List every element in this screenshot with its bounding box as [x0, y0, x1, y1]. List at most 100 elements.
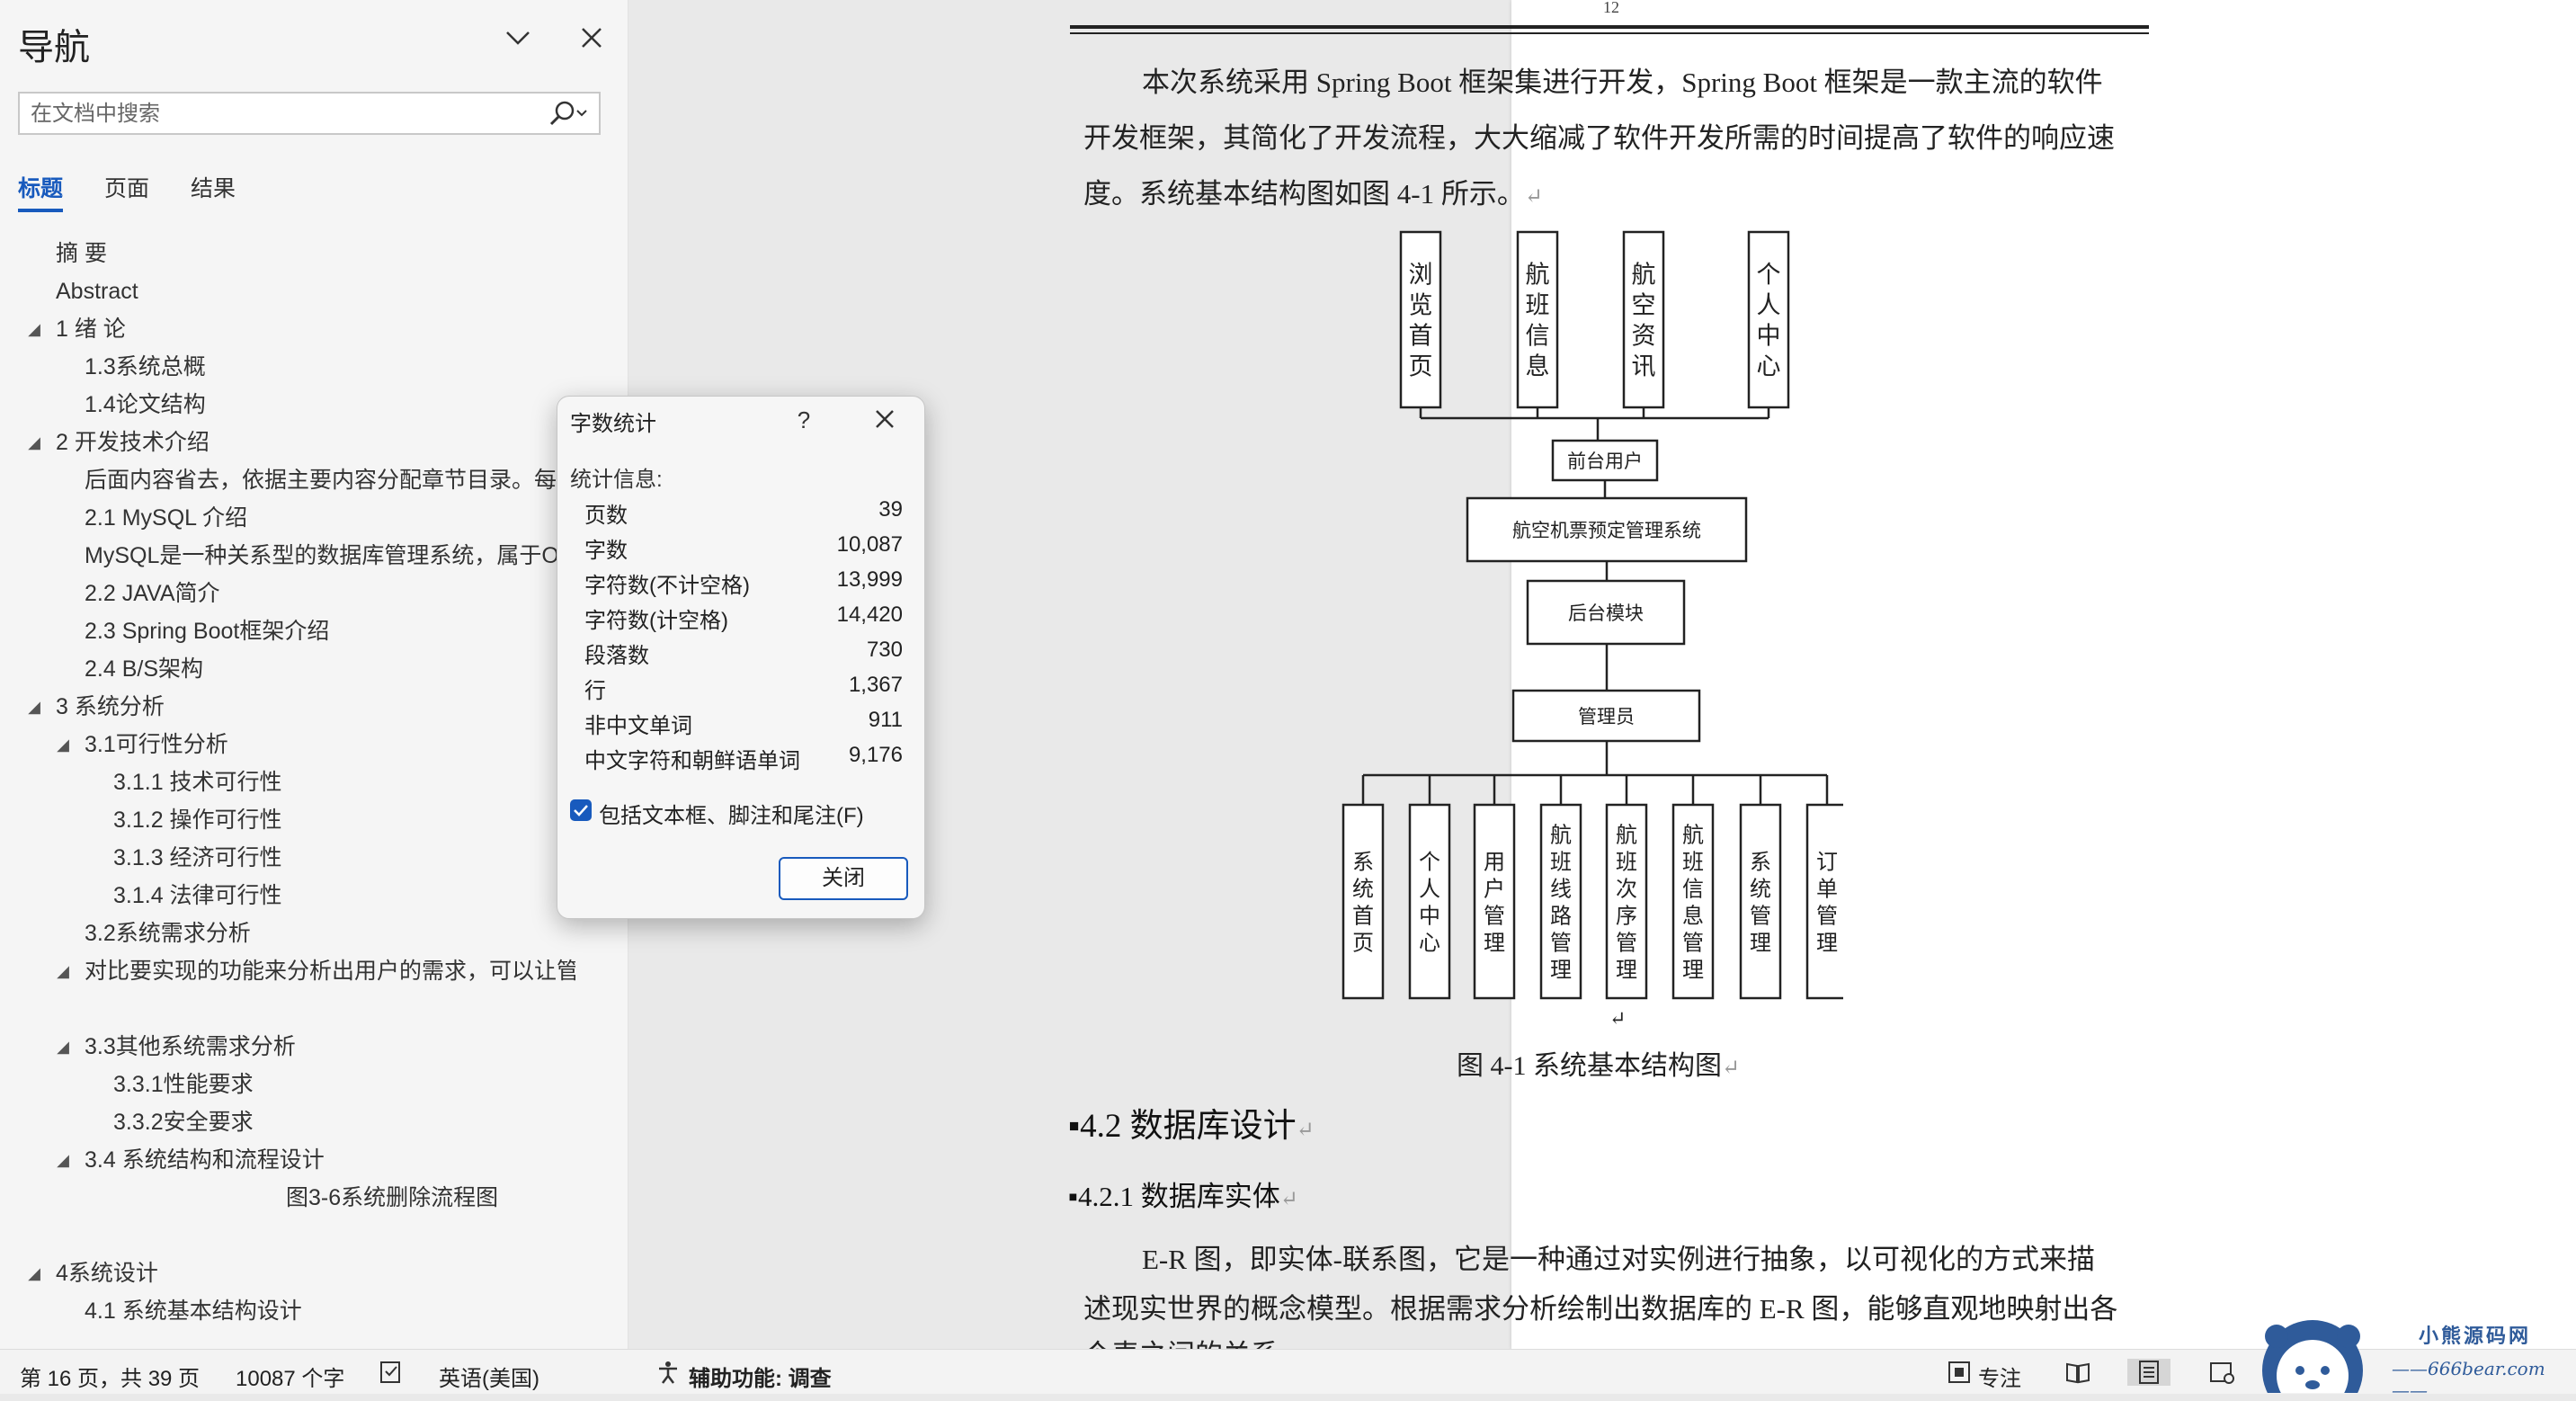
- nav-heading-label: 图3-6系统删除流程图: [286, 1185, 499, 1210]
- tab-results[interactable]: 结果: [191, 171, 236, 203]
- close-button[interactable]: 关闭: [779, 857, 908, 900]
- nav-heading-item[interactable]: 3.3.2安全要求: [0, 1104, 575, 1140]
- header-page-number: 12: [1603, 0, 1619, 16]
- web-layout-icon[interactable]: [2208, 1359, 2235, 1386]
- stats-value: 10,087: [836, 532, 903, 557]
- nav-heading-item[interactable]: ◢ 对比要实现的功能来分析出用户的需求，可以让管...: [0, 953, 575, 989]
- nav-close-icon[interactable]: [574, 20, 610, 56]
- nav-heading-item[interactable]: 3.1.2 操作可行性: [0, 802, 575, 838]
- stats-label: 段落数: [584, 644, 649, 668]
- stats-value: 13,999: [836, 567, 903, 592]
- nav-heading-item[interactable]: 3.1.4 法律可行性: [0, 878, 575, 914]
- top-module-box: 个人中心: [1747, 230, 1790, 409]
- collapse-triangle-icon[interactable]: ◢: [54, 953, 72, 989]
- nav-heading-item[interactable]: 2.4 B/S架构: [0, 651, 575, 687]
- nav-heading-item[interactable]: [0, 991, 575, 1027]
- nav-heading-item[interactable]: 1.4论文结构: [0, 387, 575, 423]
- nav-heading-item[interactable]: 4.1 系统基本结构设计: [0, 1293, 575, 1329]
- page-info[interactable]: 第 16 页，共 39 页: [20, 1361, 200, 1392]
- include-textboxes-label[interactable]: 包括文本框、脚注和尾注(F): [599, 798, 864, 829]
- collapse-triangle-icon[interactable]: ◢: [54, 1142, 72, 1178]
- paragraph-line: 个表之间的关系。↵: [1083, 1332, 1324, 1349]
- nav-heading-item[interactable]: 图3-6系统删除流程图: [0, 1180, 575, 1216]
- include-textboxes-checkbox[interactable]: [570, 799, 592, 821]
- paragraph-line: 度。系统基本结构图如图 4-1 所示。↵: [1083, 171, 1543, 211]
- read-mode-icon[interactable]: [2064, 1359, 2091, 1386]
- nav-heading-label: 对比要实现的功能来分析出用户的需求，可以让管...: [85, 959, 575, 984]
- nav-heading-item[interactable]: ◢ 3 系统分析: [0, 689, 575, 725]
- nav-heading-item[interactable]: 摘 要: [0, 236, 575, 272]
- collapse-triangle-icon[interactable]: ◢: [25, 311, 43, 347]
- stats-row: 字符数(不计空格) 13,999: [584, 567, 903, 602]
- focus-mode-icon[interactable]: [1946, 1359, 1973, 1386]
- stats-label: 字数: [584, 539, 628, 563]
- collapse-triangle-icon[interactable]: ◢: [54, 727, 72, 763]
- nav-heading-item[interactable]: 3.3.1性能要求: [0, 1066, 575, 1102]
- admin-function-box: 系统首页: [1341, 803, 1385, 1000]
- collapse-triangle-icon[interactable]: ◢: [54, 1029, 72, 1065]
- tab-headings[interactable]: 标题: [18, 171, 63, 203]
- collapse-triangle-icon[interactable]: ◢: [25, 1255, 43, 1291]
- nav-heading-item[interactable]: [0, 1218, 575, 1254]
- nav-heading-item[interactable]: ◢ 3.3其他系统需求分析: [0, 1029, 575, 1065]
- admin-function-box: 系统管理: [1739, 803, 1782, 1000]
- print-layout-icon[interactable]: [2127, 1359, 2170, 1386]
- stats-label: 页数: [584, 504, 628, 528]
- collapse-triangle-icon[interactable]: ◢: [25, 424, 43, 460]
- language-status[interactable]: 英语(美国): [439, 1361, 539, 1392]
- nav-heading-item[interactable]: ◢ 3.4 系统结构和流程设计: [0, 1142, 575, 1178]
- tab-pages[interactable]: 页面: [104, 171, 149, 203]
- paragraph-mark: ↵: [1609, 1007, 1627, 1030]
- paragraph-line: 本次系统采用 Spring Boot 框架集进行开发，Spring Boot 框…: [1142, 67, 2103, 98]
- nav-heading-label: Abstract: [56, 279, 138, 304]
- nav-heading-item[interactable]: 3.1.3 经济可行性: [0, 840, 575, 876]
- diagram-box-label: 后台模块: [1568, 602, 1644, 624]
- nav-heading-label: MySQL是一种关系型的数据库管理系统，属于Or...: [85, 543, 575, 568]
- accessibility-status[interactable]: 辅助功能: 调查: [689, 1361, 832, 1392]
- nav-heading-label: 1 绪 论: [56, 317, 126, 342]
- top-module-box: 航空资讯: [1622, 230, 1665, 409]
- paragraph-text: 个表之间的关系。: [1083, 1339, 1306, 1349]
- word-count-status[interactable]: 10087 个字: [236, 1361, 344, 1392]
- nav-heading-item[interactable]: 2.2 JAVA简介: [0, 576, 575, 611]
- nav-heading-item[interactable]: Abstract: [0, 273, 575, 309]
- stats-label: 字符数(计空格): [584, 609, 728, 633]
- nav-heading-label: 2.3 Spring Boot框架介绍: [85, 619, 330, 644]
- stats-label: 中文字符和朝鲜语单词: [584, 749, 800, 773]
- nav-heading-item[interactable]: ◢ 1 绪 论: [0, 311, 575, 347]
- nav-heading-label: 1.4论文结构: [85, 392, 206, 417]
- search-icon[interactable]: [547, 99, 590, 129]
- diagram-box-label: 航空机票预定管理系统: [1512, 520, 1701, 541]
- nav-heading-item[interactable]: ◢ 3.1可行性分析: [0, 727, 575, 763]
- dialog-close-icon[interactable]: [861, 400, 908, 440]
- stats-row: 字符数(计空格) 14,420: [584, 602, 903, 638]
- admin-box: 管理员: [1511, 689, 1701, 743]
- nav-heading-label: 4.1 系统基本结构设计: [85, 1298, 302, 1324]
- nav-heading-item[interactable]: ◢ 2 开发技术介绍: [0, 424, 575, 460]
- nav-heading-item[interactable]: 后面内容省去，依据主要内容分配章节目录。每一: [0, 462, 575, 498]
- nav-heading-label: 后面内容省去，依据主要内容分配章节目录。每一: [85, 468, 575, 493]
- nav-heading-item[interactable]: MySQL是一种关系型的数据库管理系统，属于Or...: [0, 538, 575, 574]
- nav-options-chevron-icon[interactable]: [500, 20, 536, 56]
- proofing-icon[interactable]: [378, 1359, 405, 1386]
- nav-heading-item[interactable]: 1.3系统总概: [0, 349, 575, 385]
- paragraph-mark: ↵: [1279, 1188, 1298, 1211]
- nav-heading-item[interactable]: 3.2系统需求分析: [0, 915, 575, 951]
- stats-value: 730: [866, 638, 903, 662]
- paragraph-mark: ↵: [1722, 1057, 1741, 1080]
- nav-heading-item[interactable]: 2.3 Spring Boot框架介绍: [0, 613, 575, 649]
- focus-label[interactable]: 专注: [1978, 1361, 2021, 1392]
- stats-row: 页数 39: [584, 497, 903, 532]
- nav-heading-item[interactable]: ◢ 4系统设计: [0, 1255, 575, 1291]
- status-bar: 第 16 页，共 39 页 10087 个字 英语(美国) 辅助功能: 调查 专…: [0, 1349, 2576, 1394]
- nav-heading-item[interactable]: 3.1.1 技术可行性: [0, 764, 575, 800]
- stats-row: 非中文单词 911: [584, 708, 903, 743]
- accessibility-icon[interactable]: [655, 1359, 682, 1386]
- help-button[interactable]: ?: [786, 402, 822, 438]
- stats-label: 字符数(不计空格): [584, 574, 750, 598]
- search-input[interactable]: [29, 99, 536, 129]
- nav-heading-item[interactable]: 2.1 MySQL 介绍: [0, 500, 575, 536]
- paragraph-line: 述现实世界的概念模型。根据需求分析绘制出数据库的 E-R 图，能够直观地映射出各: [1083, 1293, 2118, 1325]
- watermark-name: 小熊源码网: [2419, 1325, 2532, 1348]
- collapse-triangle-icon[interactable]: ◢: [25, 689, 43, 725]
